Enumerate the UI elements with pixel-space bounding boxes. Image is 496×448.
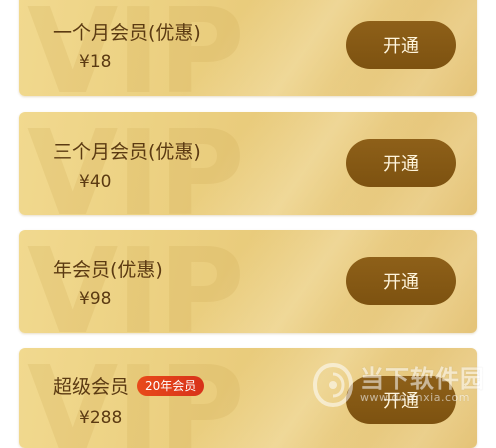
plan-price: ¥40 <box>79 172 112 192</box>
duration-badge: 20年会员 <box>137 375 205 396</box>
plan-title: 超级会员 <box>53 376 130 398</box>
plan-price: ¥98 <box>79 289 112 309</box>
open-button-super[interactable]: 开通 <box>346 376 456 424</box>
open-button-1month[interactable]: 开通 <box>346 21 456 69</box>
membership-card-3month: VIP 三个月会员(优惠) ¥40 开通 <box>19 112 477 215</box>
open-button-3month[interactable]: 开通 <box>346 139 456 187</box>
plan-title: 三个月会员(优惠) <box>53 141 201 163</box>
plan-price: ¥288 <box>79 408 123 428</box>
plan-title: 一个月会员(优惠) <box>53 22 201 44</box>
plan-title: 年会员(优惠) <box>53 259 163 281</box>
membership-card-super: VIP 超级会员 20年会员 ¥288 开通 <box>19 348 477 448</box>
membership-card-1month: VIP 一个月会员(优惠) ¥18 开通 <box>19 0 477 96</box>
plan-price: ¥18 <box>79 52 112 72</box>
membership-card-year: VIP 年会员(优惠) ¥98 开通 <box>19 230 477 333</box>
open-button-year[interactable]: 开通 <box>346 257 456 305</box>
